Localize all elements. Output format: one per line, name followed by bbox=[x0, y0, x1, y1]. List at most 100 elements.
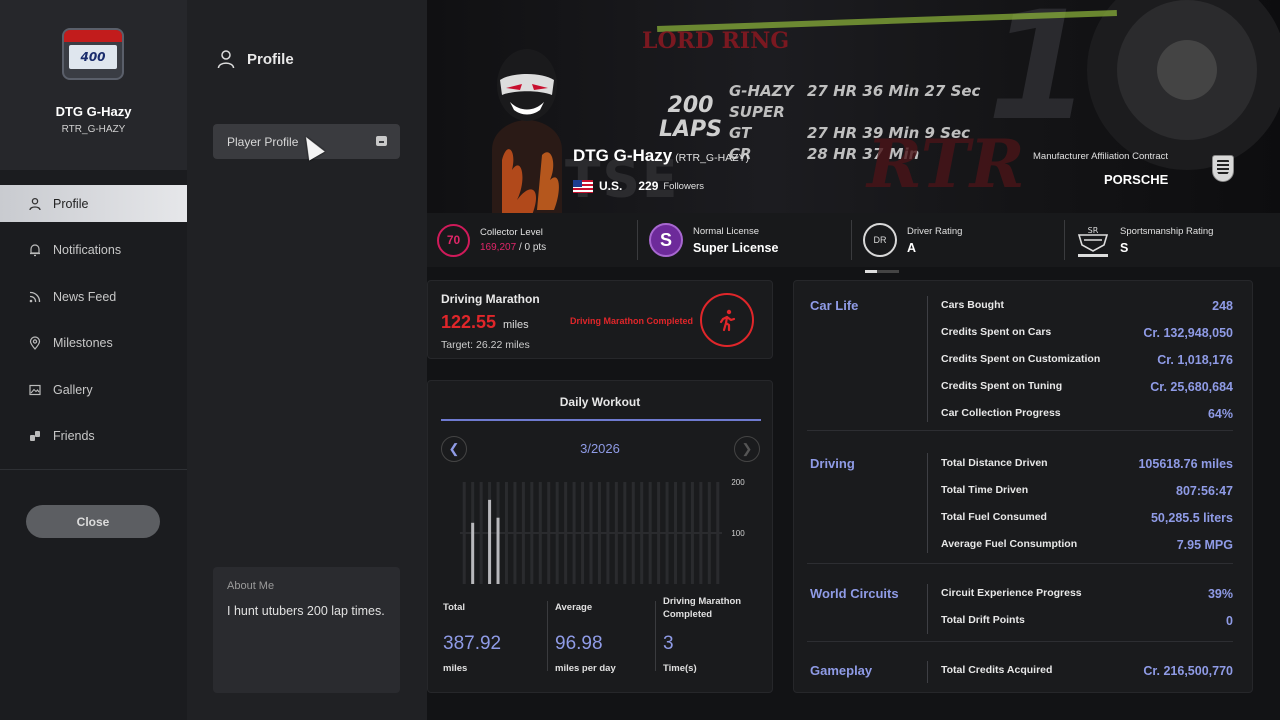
chart-bar bbox=[471, 522, 475, 584]
nav-item-notifications[interactable]: Notifications bbox=[0, 232, 187, 269]
license-value: Super License bbox=[693, 240, 779, 255]
stat-row-label: Total Distance Driven bbox=[941, 457, 1048, 469]
chart-bar-track bbox=[682, 482, 686, 584]
marathon-target: Target: 26.22 miles bbox=[441, 339, 530, 351]
chart-y-tick-label: 100 bbox=[731, 529, 745, 538]
stat-row-label: Cars Bought bbox=[941, 299, 1004, 311]
player-statistics-card: Car Life Cars Bought 248 Credits Spent on C… bbox=[793, 280, 1253, 693]
stat-row-label: Total Time Driven bbox=[941, 484, 1029, 496]
nav-item-gallery[interactable]: Gallery bbox=[0, 371, 187, 408]
about-me-panel: About Me I hunt utubers 200 lap times. bbox=[213, 567, 400, 693]
stat-row: Cars Bought 248 bbox=[941, 299, 1233, 313]
driver-avatar-image bbox=[492, 49, 562, 213]
chart-bar-track bbox=[504, 482, 508, 584]
license-badge-icon: S bbox=[649, 223, 683, 257]
banner-name-text: DTG G-Hazy bbox=[573, 146, 673, 165]
sportsmanship-rating-value: S bbox=[1120, 240, 1129, 255]
license-stat: S Normal License Super License bbox=[637, 213, 779, 267]
chart-bar-track bbox=[547, 482, 551, 584]
stat-row-value: Cr. 1,018,176 bbox=[1157, 353, 1233, 367]
player-profile-label: Player Profile bbox=[227, 134, 299, 149]
collector-points: 169,207 / 0 pts bbox=[480, 242, 546, 253]
chart-bar-track bbox=[513, 482, 517, 584]
driving-marathon-card[interactable]: Driving Marathon 122.55 miles Target: 26… bbox=[427, 280, 773, 359]
livery-rtr-graphic: RTR bbox=[867, 125, 1025, 203]
section-title: Car Life bbox=[810, 298, 859, 313]
nav-item-news-feed[interactable]: News Feed bbox=[0, 278, 187, 315]
stat-row-label: Average Fuel Consumption bbox=[941, 538, 1078, 550]
stat-row: Total Time Driven 807:56:47 bbox=[941, 484, 1233, 498]
sr-icon-text: SR bbox=[1088, 226, 1099, 235]
followers-count[interactable]: 229 bbox=[638, 179, 658, 193]
chart-bar-track bbox=[538, 482, 542, 584]
next-month-button[interactable]: ❯ bbox=[734, 436, 760, 462]
chart-bar-track bbox=[581, 482, 585, 584]
avatar-plate-text: 400 bbox=[69, 45, 117, 69]
nav-item-label: Notifications bbox=[53, 243, 122, 258]
chart-bar-track bbox=[623, 482, 627, 584]
nav-item-profile[interactable]: Profile bbox=[0, 185, 187, 222]
nav-item-milestones[interactable]: Milestones bbox=[0, 325, 187, 362]
stat-row-label: Circuit Experience Progress bbox=[941, 587, 1082, 599]
workout-average-unit: miles per day bbox=[555, 663, 616, 674]
nav-item-label: Profile bbox=[53, 196, 89, 211]
avatar[interactable]: 400 bbox=[62, 28, 124, 80]
stat-row-label: Car Collection Progress bbox=[941, 407, 1061, 419]
stat-row-value: 248 bbox=[1212, 299, 1233, 313]
section-title: Gameplay bbox=[810, 663, 873, 678]
chart-bar-track bbox=[606, 482, 610, 584]
gallery-icon bbox=[28, 383, 42, 397]
chart-bar-track bbox=[462, 482, 466, 584]
stat-row-label: Credits Spent on Customization bbox=[941, 353, 1101, 365]
chart-bar-track bbox=[716, 482, 720, 584]
stat-row: Circuit Experience Progress 39% bbox=[941, 587, 1233, 601]
section-divider bbox=[927, 296, 928, 422]
stat-row-value: 7.95 MPG bbox=[1176, 538, 1233, 552]
stat-row-value: 105618.76 miles bbox=[1138, 457, 1233, 471]
us-flag-icon bbox=[573, 179, 593, 193]
section-divider bbox=[927, 584, 928, 634]
chart-bar-track bbox=[665, 482, 669, 584]
stat-row-value: Cr. 132,948,050 bbox=[1143, 326, 1233, 340]
stat-row-value: Cr. 25,680,684 bbox=[1150, 380, 1233, 394]
nav-item-label: News Feed bbox=[53, 289, 117, 304]
collector-points-value: 169,207 bbox=[480, 242, 517, 253]
workout-total: Total 387.92 miles bbox=[443, 601, 543, 681]
chart-bar-track bbox=[479, 482, 483, 584]
chart-bar-track bbox=[564, 482, 568, 584]
workout-completed-label: Driving Marathon Completed bbox=[663, 596, 742, 620]
nav-item-label: Gallery bbox=[53, 382, 93, 397]
person-icon bbox=[217, 50, 235, 69]
workout-summary: Total 387.92 miles Average 96.98 miles p… bbox=[441, 596, 761, 681]
profile-banner: 1 LORD RING 200 LAPS G-HAZY 27 HR 36 Min … bbox=[427, 0, 1280, 213]
stat-row-label: Credits Spent on Tuning bbox=[941, 380, 1063, 392]
car-wheel-image bbox=[1087, 0, 1280, 170]
stat-row-label: Total Drift Points bbox=[941, 614, 1025, 626]
nav-item-label: Milestones bbox=[53, 336, 113, 351]
stat-row-label: Total Fuel Consumed bbox=[941, 511, 1047, 523]
chart-bar-track bbox=[555, 482, 559, 584]
followers-label: Followers bbox=[663, 180, 705, 192]
nav-item-friends[interactable]: Friends bbox=[0, 418, 187, 455]
livery-laps-number: 200 bbox=[667, 93, 714, 118]
porsche-crest-icon bbox=[1212, 155, 1234, 182]
runner-icon bbox=[700, 293, 754, 347]
section-separator bbox=[807, 641, 1233, 642]
chart-bar-track bbox=[631, 482, 635, 584]
livery-laps: 200 LAPS bbox=[659, 94, 722, 142]
stat-row: Total Credits Acquired Cr. 216,500,770 bbox=[941, 664, 1233, 678]
close-button[interactable]: Close bbox=[26, 505, 160, 538]
chart-y-tick-label: 200 bbox=[731, 478, 745, 487]
workout-average-value: 96.98 bbox=[555, 633, 603, 654]
workout-title-underline bbox=[441, 419, 761, 421]
user-name: DTG G-Hazy bbox=[55, 104, 132, 119]
chart-bar-track bbox=[648, 482, 652, 584]
workout-completed-unit: Time(s) bbox=[663, 663, 697, 674]
workout-total-label: Total bbox=[443, 602, 465, 613]
about-me-label: About Me bbox=[227, 580, 275, 592]
stat-row-value: Cr. 216,500,770 bbox=[1143, 664, 1233, 678]
nav-user-header: 400 DTG G-Hazy RTR_G-HAZY bbox=[0, 0, 187, 170]
section-divider bbox=[927, 453, 928, 553]
marathon-status: Driving Marathon Completed bbox=[570, 316, 694, 326]
banner-location: U.S. 229 Followers bbox=[573, 179, 704, 193]
